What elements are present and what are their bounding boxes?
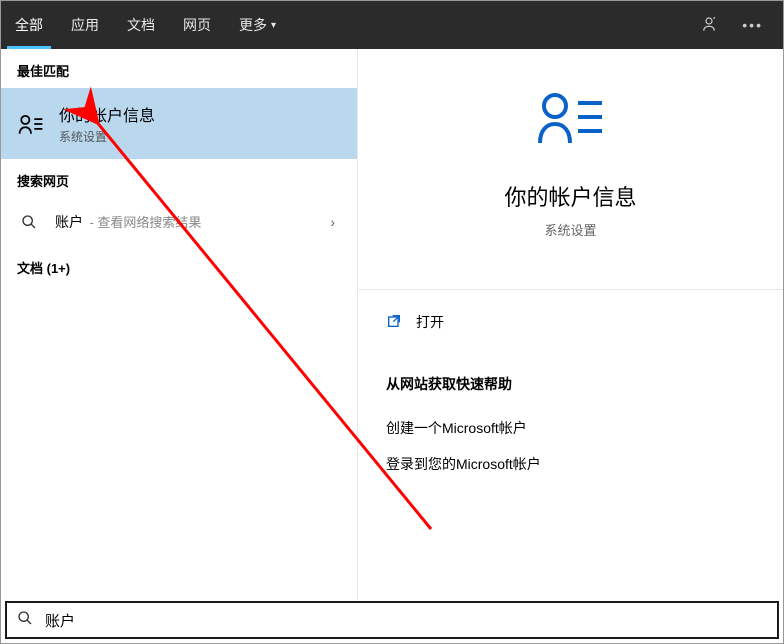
tab-label: 应用 (71, 15, 99, 35)
tab-label: 文档 (127, 15, 155, 35)
documents-header: 文档 (1+) (1, 246, 357, 285)
help-link-create-account[interactable]: 创建一个Microsoft帐户 (386, 410, 755, 446)
filter-tabs: 全部 应用 文档 网页 更多 ▾ (1, 1, 290, 49)
tab-label: 全部 (15, 15, 43, 35)
best-match-header: 最佳匹配 (1, 49, 357, 88)
open-label: 打开 (416, 312, 444, 332)
chevron-down-icon: ▾ (271, 20, 276, 31)
tab-label: 网页 (183, 15, 211, 35)
top-bar: 全部 应用 文档 网页 更多 ▾ ••• (1, 1, 783, 49)
more-options-icon[interactable]: ••• (742, 17, 763, 33)
tab-web[interactable]: 网页 (169, 1, 225, 49)
web-item-label: 账户 (55, 214, 83, 230)
search-input[interactable] (45, 603, 767, 637)
help-header: 从网站获取快速帮助 (386, 374, 755, 394)
help-link-sign-in[interactable]: 登录到您的Microsoft帐户 (386, 446, 755, 482)
best-match-item[interactable]: 你的帐户信息 系统设置 (1, 88, 357, 159)
chevron-right-icon: › (330, 214, 341, 230)
best-match-title: 你的帐户信息 (59, 102, 155, 126)
results-column: 最佳匹配 你的帐户信息 系统设置 搜索网页 (1, 49, 357, 601)
open-action[interactable]: 打开 (386, 304, 755, 340)
account-info-large-icon (538, 89, 604, 150)
preview-subtitle: 系统设置 (544, 220, 596, 239)
feedback-icon[interactable] (700, 15, 718, 36)
open-icon (386, 313, 402, 332)
web-item-hint: - 查看网络搜索结果 (89, 215, 201, 230)
account-info-icon (17, 110, 45, 138)
preview-title: 你的帐户信息 (504, 180, 636, 212)
tab-apps[interactable]: 应用 (57, 1, 113, 49)
search-icon (17, 610, 33, 631)
best-match-subtitle: 系统设置 (59, 128, 155, 145)
tab-documents[interactable]: 文档 (113, 1, 169, 49)
web-search-item[interactable]: 账户 - 查看网络搜索结果 › (1, 198, 357, 246)
search-bar[interactable] (5, 601, 779, 639)
preview-pane: 你的帐户信息 系统设置 打开 从网站获取快速帮助 创建一个Microsoft帐户… (357, 49, 783, 601)
tab-more[interactable]: 更多 ▾ (225, 1, 290, 49)
search-web-header: 搜索网页 (1, 159, 357, 198)
tab-all[interactable]: 全部 (1, 1, 57, 49)
tab-label: 更多 (239, 15, 267, 35)
search-icon (17, 210, 41, 234)
main-area: 最佳匹配 你的帐户信息 系统设置 搜索网页 (1, 49, 783, 601)
